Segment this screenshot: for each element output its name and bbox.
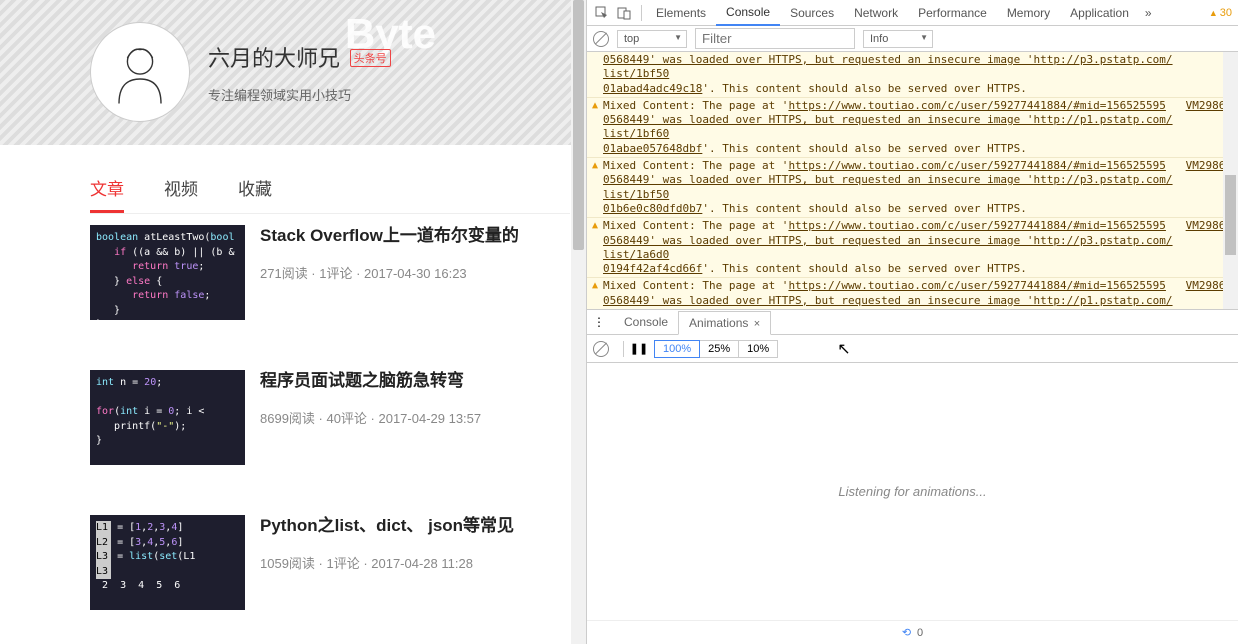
pause-icon[interactable]: ❚❚ xyxy=(630,340,648,358)
cursor-icon: ↖ xyxy=(837,339,850,359)
animations-body: Listening for animations... xyxy=(587,363,1238,620)
article-thumb: int n = 20; for(int i = 0; i < printf("-… xyxy=(90,370,245,465)
content-tabs: 文章 视频 收藏 xyxy=(90,165,570,214)
filter-input[interactable] xyxy=(695,28,855,49)
console-toolbar: top Info xyxy=(587,26,1238,52)
profile-info: 六月的大师兄 头条号 专注编程领域实用小技巧 xyxy=(208,41,391,104)
context-select[interactable]: top xyxy=(617,30,687,48)
message-body: Mixed Content: The page at 'https://www.… xyxy=(603,219,1178,276)
profile-desc: 专注编程领域实用小技巧 xyxy=(208,85,391,104)
avatar[interactable] xyxy=(90,22,190,122)
drawer-menu-icon[interactable]: ⋮ xyxy=(593,315,606,329)
message-body: Mixed Content: The page at 'https://www.… xyxy=(603,99,1178,156)
tab-memory[interactable]: Memory xyxy=(997,1,1060,25)
profile-badge: 头条号 xyxy=(350,49,391,67)
inspect-icon[interactable] xyxy=(593,4,611,22)
warning-icon: ▲ xyxy=(587,219,603,276)
tab-performance[interactable]: Performance xyxy=(908,1,997,25)
article-title[interactable]: 程序员面试题之脑筋急转弯 xyxy=(260,370,580,392)
tab-videos[interactable]: 视频 xyxy=(164,165,198,213)
article-item[interactable]: int n = 20; for(int i = 0; i < printf("-… xyxy=(90,370,580,465)
speed-25[interactable]: 25% xyxy=(699,340,739,358)
tabs-overflow[interactable]: » xyxy=(1145,6,1152,20)
devtools-tabbar: Elements Console Sources Network Perform… xyxy=(587,0,1238,26)
warning-count[interactable]: 30 xyxy=(1209,7,1232,19)
console-message: ▲Mixed Content: The page at 'https://www… xyxy=(587,158,1238,218)
scrollbar-thumb[interactable] xyxy=(1225,175,1236,255)
animations-toolbar: ❚❚ 100% 25% 10% ↖ xyxy=(587,335,1238,363)
listening-text: Listening for animations... xyxy=(838,484,986,499)
article-item[interactable]: L1 = [1,2,3,4] L2 = [3,4,5,6] L3 = list(… xyxy=(90,515,580,610)
message-body: Mixed Content: The page at 'https://www.… xyxy=(603,159,1178,216)
tab-elements[interactable]: Elements xyxy=(646,1,716,25)
speed-10[interactable]: 10% xyxy=(738,340,778,358)
tab-sources[interactable]: Sources xyxy=(780,1,844,25)
drawer-tab-animations[interactable]: Animations × xyxy=(678,311,771,335)
clear-animations-icon[interactable] xyxy=(593,341,609,357)
article-meta: 271阅读 · 1评论 · 2017-04-30 16:23 xyxy=(260,263,580,282)
divider xyxy=(641,5,642,21)
tab-network[interactable]: Network xyxy=(844,1,908,25)
profile: 六月的大师兄 头条号 专注编程领域实用小技巧 xyxy=(90,22,391,122)
message-body: Mixed Content: The page at 'https://www.… xyxy=(603,279,1178,309)
warning-icon: ▲ xyxy=(587,279,603,309)
article-list: boolean atLeastTwo(bool if ((a && b) || … xyxy=(90,225,580,644)
tab-application[interactable]: Application xyxy=(1060,1,1139,25)
page-scrollbar[interactable] xyxy=(571,0,586,644)
drawer-tab-console[interactable]: Console xyxy=(614,311,678,333)
devtools: Elements Console Sources Network Perform… xyxy=(586,0,1238,644)
article-title[interactable]: Stack Overflow上一道布尔变量的 xyxy=(260,225,580,247)
warning-icon: ▲ xyxy=(587,159,603,216)
replay-icon[interactable]: ⟲ xyxy=(902,626,911,639)
console-message: ▲Mixed Content: The page at 'https://www… xyxy=(587,218,1238,278)
article-info: Python之list、dict、 json等常见 1059阅读 · 1评论 ·… xyxy=(260,515,580,610)
content-page: Byte 六月的大师兄 头条号 专注编程领域实用小技巧 文章 视频 收藏 boo… xyxy=(0,0,586,644)
article-meta: 1059阅读 · 1评论 · 2017-04-28 11:28 xyxy=(260,553,580,572)
warning-icon: ▲ xyxy=(587,99,603,156)
article-meta: 8699阅读 · 40评论 · 2017-04-29 13:57 xyxy=(260,408,580,427)
article-title[interactable]: Python之list、dict、 json等常见 xyxy=(260,515,580,537)
divider xyxy=(623,341,624,357)
console-body: 0568449' was loaded over HTTPS, but requ… xyxy=(587,52,1238,309)
device-icon[interactable] xyxy=(615,4,633,22)
animations-footer: ⟲ 0 xyxy=(587,620,1238,644)
tab-articles[interactable]: 文章 xyxy=(90,165,124,213)
console-message: 0568449' was loaded over HTTPS, but requ… xyxy=(587,52,1238,98)
scrollbar-thumb[interactable] xyxy=(573,0,584,250)
article-item[interactable]: boolean atLeastTwo(bool if ((a && b) || … xyxy=(90,225,580,320)
animation-count: 0 xyxy=(917,627,923,639)
console-scrollbar[interactable] xyxy=(1223,52,1238,309)
article-info: Stack Overflow上一道布尔变量的 271阅读 · 1评论 · 201… xyxy=(260,225,580,320)
clear-console-icon[interactable] xyxy=(593,31,609,47)
avatar-icon xyxy=(105,37,175,107)
drawer-tab-label: Animations xyxy=(689,316,748,330)
console-message: ▲Mixed Content: The page at 'https://www… xyxy=(587,278,1238,309)
drawer-tabs: ⋮ Console Animations × xyxy=(587,309,1238,335)
console-message: ▲Mixed Content: The page at 'https://www… xyxy=(587,98,1238,158)
level-select[interactable]: Info xyxy=(863,30,933,48)
article-thumb: boolean atLeastTwo(bool if ((a && b) || … xyxy=(90,225,245,320)
close-icon[interactable]: × xyxy=(754,318,760,330)
profile-name: 六月的大师兄 xyxy=(208,41,340,73)
speed-100[interactable]: 100% xyxy=(654,340,700,358)
tab-console[interactable]: Console xyxy=(716,0,780,26)
article-thumb: L1 = [1,2,3,4] L2 = [3,4,5,6] L3 = list(… xyxy=(90,515,245,610)
article-info: 程序员面试题之脑筋急转弯 8699阅读 · 40评论 · 2017-04-29 … xyxy=(260,370,580,465)
tab-favorites[interactable]: 收藏 xyxy=(238,165,272,213)
